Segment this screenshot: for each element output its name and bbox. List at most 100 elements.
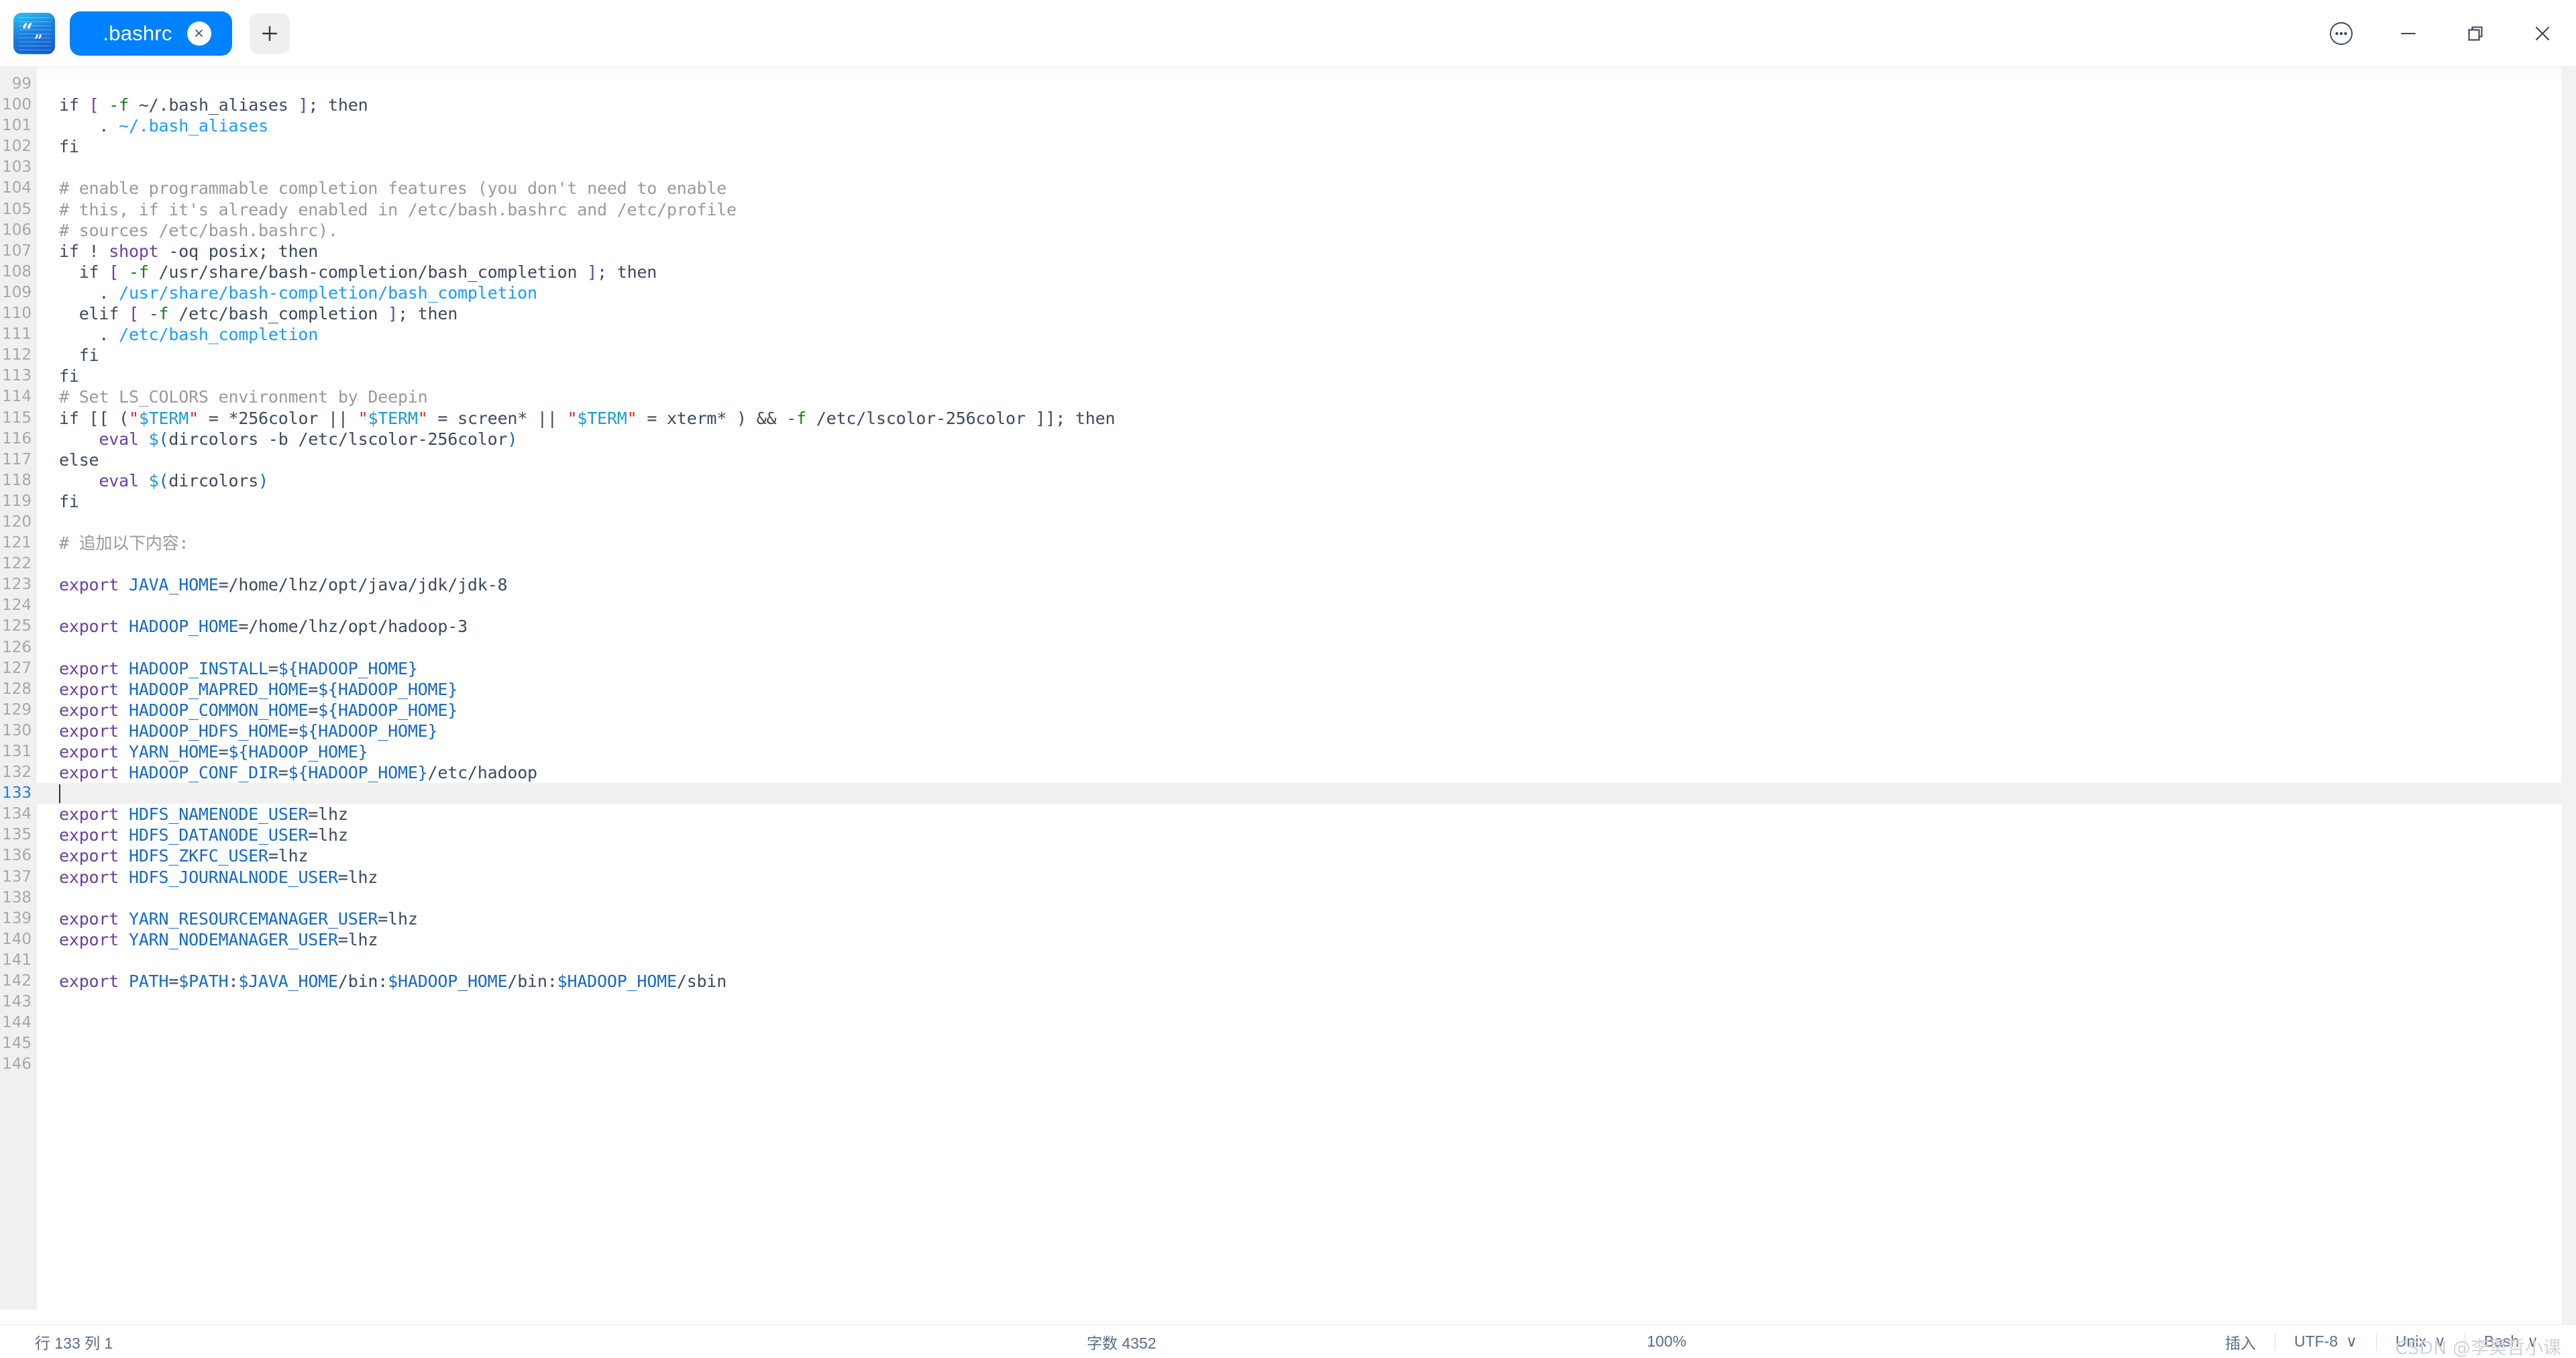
code-token: /usr/share/bash-completion/bash_completi… [148, 262, 588, 282]
code-line[interactable]: if [ -f ~/.bash_aliases ]; then [37, 95, 2576, 115]
code-line[interactable]: export PATH=$PATH:$JAVA_HOME/bin:$HADOOP… [37, 971, 2576, 992]
code-line[interactable] [37, 1012, 2576, 1033]
code-line[interactable]: export HDFS_ZKFC_USER=lhz [37, 845, 2576, 866]
code-line[interactable] [37, 157, 2576, 178]
window-close-icon[interactable] [2509, 0, 2576, 67]
code-token: = [308, 700, 319, 720]
code-token: export [59, 825, 119, 845]
line-number: 140 [2, 930, 32, 948]
code-token: HDFS_JOURNALNODE_USER [128, 867, 338, 887]
code-line[interactable]: # this, if it's already enabled in /etc/… [37, 199, 2576, 220]
line-number: 144 [2, 1014, 32, 1032]
line-ending-selector[interactable]: Unix ∨ [2377, 1333, 2465, 1351]
code-line[interactable]: if [ -f /usr/share/bash-completion/bash_… [37, 262, 2576, 282]
code-line[interactable]: export HDFS_JOURNALNODE_USER=lhz [37, 867, 2576, 888]
code-line[interactable]: if ! shopt -oq posix; then [37, 241, 2576, 262]
code-token: $ [148, 470, 159, 490]
minimize-icon[interactable] [2375, 0, 2442, 67]
code-line[interactable]: if [[ ("$TERM" = *256color || "$TERM" = … [37, 408, 2576, 429]
code-line[interactable] [37, 554, 2576, 574]
maximize-icon[interactable] [2442, 0, 2509, 67]
code-token: if [59, 262, 109, 282]
code-line[interactable]: export HDFS_DATANODE_USER=lhz [37, 825, 2576, 845]
code-line[interactable]: eval $(dircolors -b /etc/lscolor-256colo… [37, 429, 2576, 450]
code-token: " [417, 408, 428, 428]
code-line[interactable] [37, 950, 2576, 971]
code-line[interactable]: export HADOOP_HOME=/home/lhz/opt/hadoop-… [37, 616, 2576, 637]
code-line[interactable] [37, 1054, 2576, 1075]
code-line[interactable]: export YARN_RESOURCEMANAGER_USER=lhz [37, 908, 2576, 929]
code-token: YARN_NODEMANAGER_USER [128, 929, 338, 949]
code-text-area[interactable]: if [ -f ~/.bash_aliases ]; then . ~/.bas… [37, 67, 2576, 1324]
line-number: 128 [2, 680, 32, 698]
code-line[interactable]: export HADOOP_COMMON_HOME=${HADOOP_HOME} [37, 700, 2576, 721]
code-token: eval [99, 429, 139, 449]
code-token: fi [59, 366, 79, 386]
window-controls [2308, 0, 2576, 67]
code-line[interactable] [37, 512, 2576, 533]
code-line[interactable]: export YARN_NODEMANAGER_USER=lhz [37, 929, 2576, 950]
line-number: 133 [2, 784, 32, 802]
code-token: export [59, 846, 119, 866]
code-line[interactable]: fi [37, 366, 2576, 386]
code-line[interactable] [37, 783, 2576, 804]
code-line[interactable]: . /etc/bash_completion [37, 324, 2576, 345]
code-token: = screen* || [427, 408, 568, 428]
code-line[interactable] [37, 888, 2576, 908]
code-line[interactable]: export HADOOP_INSTALL=${HADOOP_HOME} [37, 658, 2576, 679]
vertical-scrollbar[interactable] [2561, 67, 2576, 1324]
code-token: ) [507, 429, 518, 449]
encoding-selector[interactable]: UTF-8 ∨ [2275, 1333, 2376, 1351]
chevron-down-icon: ∨ [2346, 1333, 2357, 1350]
code-line[interactable]: # sources /etc/bash.bashrc). [37, 220, 2576, 241]
code-token: export [59, 867, 119, 887]
code-line[interactable]: . /usr/share/bash-completion/bash_comple… [37, 282, 2576, 303]
cursor-position: 行 133 列 1 [35, 1334, 113, 1352]
code-token: " [627, 408, 637, 428]
code-line[interactable]: export HADOOP_HDFS_HOME=${HADOOP_HOME} [37, 721, 2576, 741]
code-line[interactable]: # Set LS_COLORS environment by Deepin [37, 386, 2576, 407]
code-line[interactable]: export YARN_HOME=${HADOOP_HOME} [37, 741, 2576, 762]
code-line[interactable]: export HADOOP_MAPRED_HOME=${HADOOP_HOME} [37, 679, 2576, 700]
code-line[interactable]: # enable programmable completion feature… [37, 178, 2576, 199]
code-line[interactable]: else [37, 450, 2576, 470]
line-number: 116 [2, 429, 32, 448]
code-line[interactable]: eval $(dircolors) [37, 470, 2576, 491]
code-token: YARN_HOME [128, 742, 219, 762]
new-tab-button[interactable] [250, 13, 290, 54]
language-selector[interactable]: Bash ∨ [2465, 1333, 2557, 1351]
code-line[interactable]: fi [37, 345, 2576, 366]
code-line[interactable]: export HADOOP_CONF_DIR=${HADOOP_HOME}/et… [37, 762, 2576, 783]
code-line[interactable]: # 追加以下内容: [37, 533, 2576, 554]
insert-mode-label: 插入 [2224, 1334, 2256, 1352]
more-options-icon[interactable] [2308, 0, 2375, 67]
code-line[interactable] [37, 992, 2576, 1012]
code-token: ] [587, 262, 598, 282]
code-line[interactable]: export JAVA_HOME=/home/lhz/opt/java/jdk/… [37, 574, 2576, 595]
code-line[interactable] [37, 74, 2576, 95]
code-line[interactable] [37, 637, 2576, 658]
line-number: 109 [2, 283, 32, 301]
tab-bashrc[interactable]: .bashrc [70, 11, 232, 56]
title-bar: “ ” .bashrc [0, 0, 2576, 67]
code-line[interactable]: . ~/.bash_aliases [37, 115, 2576, 136]
tab-close-icon[interactable] [186, 21, 211, 46]
code-line[interactable]: export HDFS_NAMENODE_USER=lhz [37, 804, 2576, 825]
code-line[interactable]: fi [37, 136, 2576, 157]
code-line[interactable] [37, 595, 2576, 616]
code-line[interactable]: fi [37, 491, 2576, 512]
code-line[interactable] [37, 1033, 2576, 1054]
logo-quote-glyph: “ [21, 19, 34, 43]
code-token: [ [128, 304, 139, 324]
code-token: /etc/hadoop [427, 763, 538, 783]
code-line[interactable]: elif [ -f /etc/bash_completion ]; then [37, 303, 2576, 324]
code-token: HADOOP_INSTALL [128, 658, 268, 678]
line-number: 139 [2, 909, 32, 927]
code-token: /etc/bash_completion [119, 325, 319, 345]
